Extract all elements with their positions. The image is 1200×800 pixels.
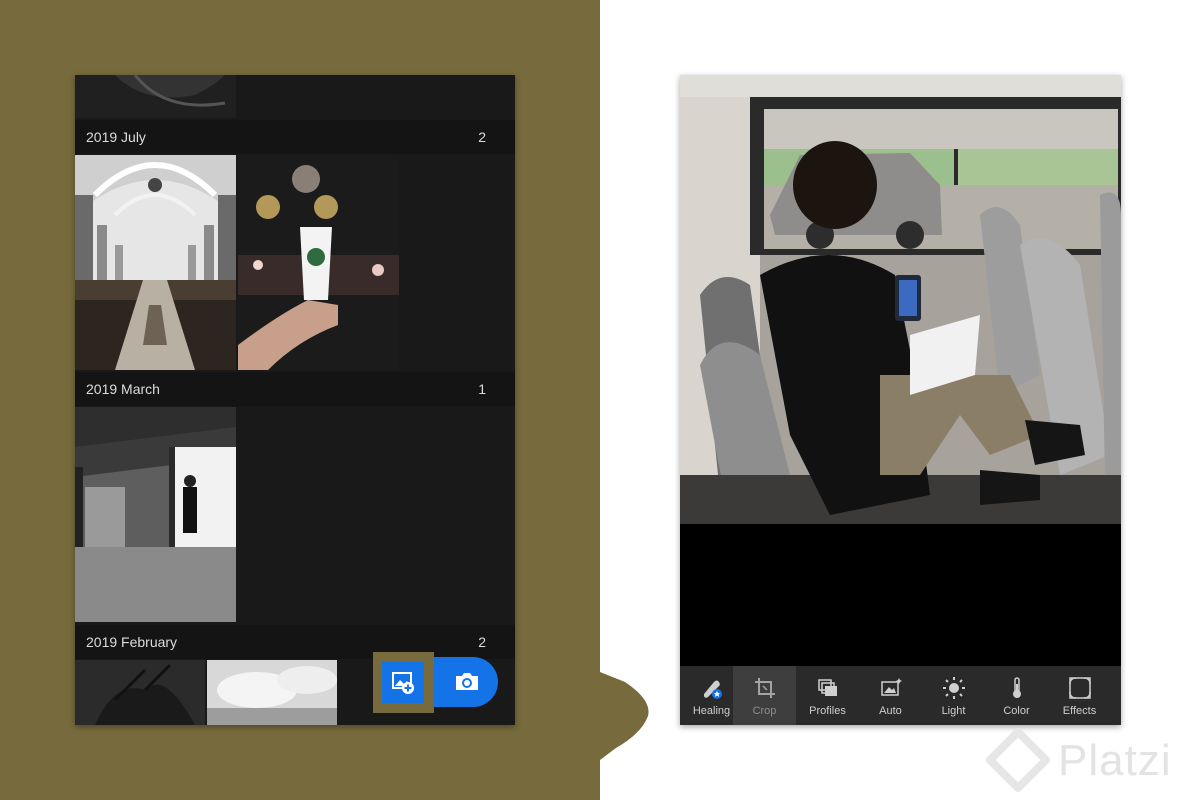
section-title: 2019 February (86, 634, 178, 650)
edit-toolbar: Healing Crop Profiles Auto Light Color E… (680, 666, 1121, 725)
platzi-watermark: Platzi (986, 722, 1200, 800)
photo-thumbnail[interactable] (75, 155, 236, 370)
tool-color[interactable]: Color (985, 666, 1048, 725)
tool-auto[interactable]: Auto (859, 666, 922, 725)
photo-thumbnail[interactable] (75, 75, 236, 118)
profiles-icon (818, 679, 837, 696)
photo-thumbnail[interactable] (75, 407, 236, 622)
tool-effects[interactable]: Effects (1048, 666, 1111, 725)
tool-label: Profiles (809, 705, 846, 717)
tool-light[interactable]: Light (922, 666, 985, 725)
tool-label: Color (1003, 705, 1030, 717)
section-count: 1 (478, 381, 486, 397)
section-title: 2019 March (86, 381, 160, 397)
sun-icon (943, 677, 965, 699)
tool-label: Light (941, 705, 966, 717)
photo-library-panel: 2019 July 2 2019 March 1 2019 February 2 (75, 75, 515, 725)
photo-thumbnail[interactable] (75, 660, 205, 725)
tool-profiles[interactable]: Profiles (796, 666, 859, 725)
section-count: 2 (478, 634, 486, 650)
editing-photo (680, 75, 1121, 524)
add-photo-icon (392, 672, 414, 694)
tool-crop[interactable]: Crop (733, 666, 796, 725)
tool-label: Effects (1062, 705, 1097, 717)
section-title: 2019 July (86, 129, 146, 145)
crop-icon (755, 678, 775, 698)
section-header: 2019 March 1 (75, 372, 515, 406)
section-count: 2 (478, 129, 486, 145)
photo-thumbnail[interactable] (238, 155, 399, 370)
healing-bandage-icon (704, 680, 722, 699)
add-photo-button-inner[interactable] (382, 662, 424, 703)
tool-label: Auto (879, 705, 902, 717)
auto-icon (881, 678, 902, 696)
platzi-logo-icon (986, 728, 1050, 792)
add-photo-button[interactable] (373, 652, 434, 713)
section-header: 2019 July 2 (75, 120, 515, 154)
section-header: 2019 February 2 (75, 625, 515, 659)
photo-editor-panel: Healing Crop Profiles Auto Light Color E… (680, 75, 1121, 725)
tool-label: Crop (752, 705, 777, 717)
camera-icon (456, 673, 478, 690)
camera-button[interactable] (434, 657, 498, 707)
thermometer-icon (1013, 677, 1021, 698)
photo-thumbnail[interactable] (207, 660, 337, 725)
effects-icon (1069, 677, 1091, 699)
watermark-brand: Platzi (1058, 736, 1172, 785)
